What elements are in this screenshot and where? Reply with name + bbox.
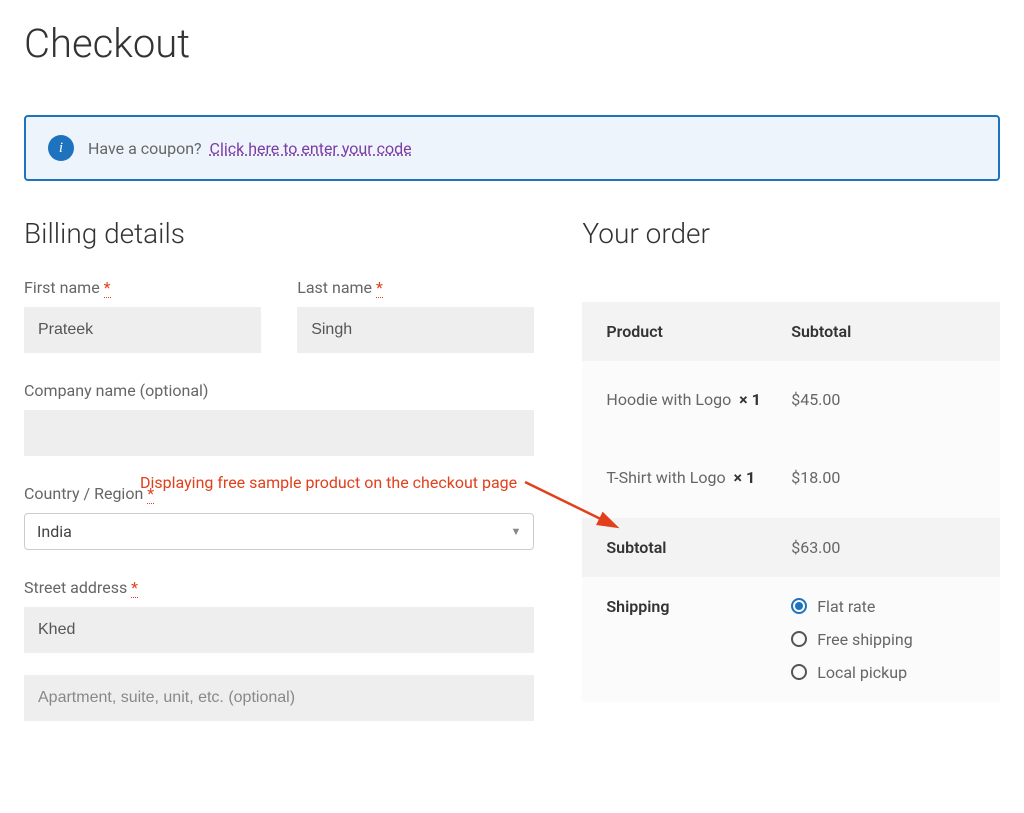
company-field: Company name (optional) <box>24 381 534 456</box>
order-table: Product Subtotal Hoodie with Logo × 1 $4… <box>582 302 1000 702</box>
order-shipping-row: Shipping Flat rate Free shipping <box>582 577 1000 702</box>
billing-heading: Billing details <box>24 217 534 250</box>
coupon-prompt: Have a coupon? <box>88 139 202 158</box>
item-name-text: T-Shirt with Logo <box>606 468 725 487</box>
order-item-name: T-Shirt with Logo × 1 <box>606 463 791 493</box>
subtotal-label: Subtotal <box>606 538 791 557</box>
coupon-notice: i Have a coupon? Click here to enter you… <box>24 115 1000 181</box>
required-marker: * <box>147 484 154 504</box>
company-label: Company name (optional) <box>24 381 534 400</box>
street-label-text: Street address <box>24 578 127 597</box>
shipping-option-label: Free shipping <box>817 630 913 649</box>
last-name-label: Last name * <box>297 278 534 297</box>
shipping-option-free-shipping[interactable]: Free shipping <box>791 630 976 649</box>
item-name-text: Hoodie with Logo <box>606 390 731 409</box>
coupon-link[interactable]: Click here to enter your code <box>210 139 412 158</box>
shipping-option-label: Flat rate <box>817 597 875 616</box>
order-heading: Your order <box>582 217 1000 250</box>
order-column: Your order Product Subtotal Hoodie with … <box>582 217 1000 749</box>
order-item-price: $45.00 <box>791 385 976 415</box>
order-item-name: Hoodie with Logo × 1 <box>606 385 791 415</box>
country-select[interactable]: India ▼ <box>24 513 534 550</box>
order-subtotal-row: Subtotal $63.00 <box>582 518 1000 577</box>
required-marker: * <box>131 578 138 598</box>
street-label: Street address * <box>24 578 534 597</box>
order-header-row: Product Subtotal <box>582 302 1000 361</box>
first-name-field: First name * <box>24 278 261 353</box>
radio-icon <box>791 598 807 614</box>
item-qty: × 1 <box>739 390 761 409</box>
chevron-down-icon: ▼ <box>511 525 522 538</box>
first-name-label-text: First name <box>24 278 100 297</box>
street-input[interactable] <box>24 607 534 653</box>
order-item-price: $18.00 <box>791 463 976 493</box>
shipping-options: Flat rate Free shipping Local pickup <box>791 597 976 682</box>
first-name-label: First name * <box>24 278 261 297</box>
billing-column: Billing details First name * Last name *… <box>24 217 534 749</box>
street2-field <box>24 675 534 721</box>
first-name-input[interactable] <box>24 307 261 353</box>
country-label: Country / Region * <box>24 484 534 503</box>
company-input[interactable] <box>24 410 534 456</box>
radio-icon <box>791 664 807 680</box>
shipping-label: Shipping <box>606 597 791 616</box>
street-field: Street address * <box>24 578 534 653</box>
required-marker: * <box>104 278 111 298</box>
required-marker: * <box>376 278 383 298</box>
street2-input[interactable] <box>24 675 534 721</box>
radio-icon <box>791 631 807 647</box>
last-name-label-text: Last name <box>297 278 372 297</box>
last-name-input[interactable] <box>297 307 534 353</box>
subtotal-value: $63.00 <box>791 538 976 557</box>
page-title: Checkout <box>24 20 1000 67</box>
shipping-option-local-pickup[interactable]: Local pickup <box>791 663 976 682</box>
last-name-field: Last name * <box>297 278 534 353</box>
shipping-option-flat-rate[interactable]: Flat rate <box>791 597 976 616</box>
item-qty: × 1 <box>734 468 756 487</box>
order-item-row: Hoodie with Logo × 1 $45.00 <box>582 361 1000 439</box>
col-product: Product <box>606 322 791 341</box>
shipping-option-label: Local pickup <box>817 663 907 682</box>
country-value: India <box>37 522 72 541</box>
order-item-row: T-Shirt with Logo × 1 $18.00 <box>582 439 1000 517</box>
coupon-text: Have a coupon? Click here to enter your … <box>88 139 412 158</box>
country-label-text: Country / Region <box>24 484 143 503</box>
country-field: Country / Region * India ▼ <box>24 484 534 550</box>
col-subtotal: Subtotal <box>791 322 976 341</box>
info-icon: i <box>48 135 74 161</box>
